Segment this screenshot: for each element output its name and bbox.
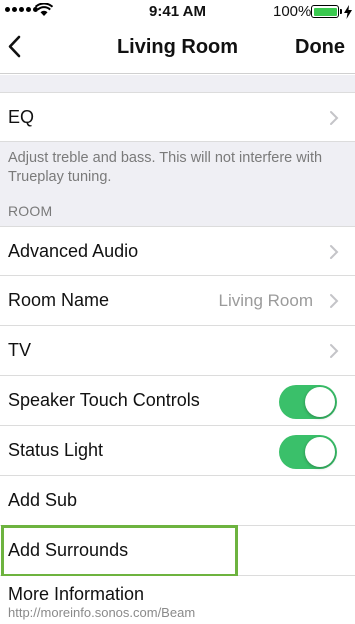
highlight-box xyxy=(1,525,238,577)
more-information-url[interactable]: http://moreinfo.sonos.com/Beam xyxy=(8,605,195,620)
row-more-information-label: More Information xyxy=(8,584,145,604)
row-tv-label: TV xyxy=(8,340,32,360)
row-room-name-label: Room Name xyxy=(8,290,110,310)
row-speaker-touch-controls: Speaker Touch Controls xyxy=(0,376,355,426)
row-tv[interactable]: TV xyxy=(0,326,355,376)
row-status-light: Status Light xyxy=(0,426,355,476)
charging-icon xyxy=(344,5,352,19)
navigation-bar: Living Room Done xyxy=(0,22,355,74)
status-bar: 9:41 AM 100% xyxy=(0,0,355,22)
row-advanced-audio-label: Advanced Audio xyxy=(8,241,139,261)
chevron-right-icon xyxy=(330,294,339,308)
row-speaker-touch-controls-label: Speaker Touch Controls xyxy=(8,390,200,410)
speaker-touch-controls-toggle[interactable] xyxy=(279,385,337,419)
section-header-room: ROOM xyxy=(8,203,53,219)
eq-description: Adjust treble and bass. This will not in… xyxy=(8,150,323,185)
status-light-toggle[interactable] xyxy=(279,435,337,469)
chevron-right-icon xyxy=(330,245,339,259)
section-spacer xyxy=(0,75,355,92)
row-status-light-label: Status Light xyxy=(8,440,104,460)
row-advanced-audio[interactable]: Advanced Audio xyxy=(0,226,355,276)
chevron-right-icon xyxy=(330,111,339,125)
chevron-right-icon xyxy=(330,344,339,358)
battery-icon xyxy=(311,5,339,18)
battery-tip xyxy=(340,9,342,14)
room-name-value: Living Room xyxy=(218,291,314,310)
done-button[interactable]: Done xyxy=(295,36,345,59)
row-add-sub-label: Add Sub xyxy=(8,490,78,510)
battery-percent: 100% xyxy=(273,3,312,20)
row-room-name[interactable]: Room Name Living Room xyxy=(0,276,355,326)
row-add-sub[interactable]: Add Sub xyxy=(0,476,355,526)
row-eq[interactable]: EQ xyxy=(0,92,355,142)
row-eq-label: EQ xyxy=(8,107,35,127)
